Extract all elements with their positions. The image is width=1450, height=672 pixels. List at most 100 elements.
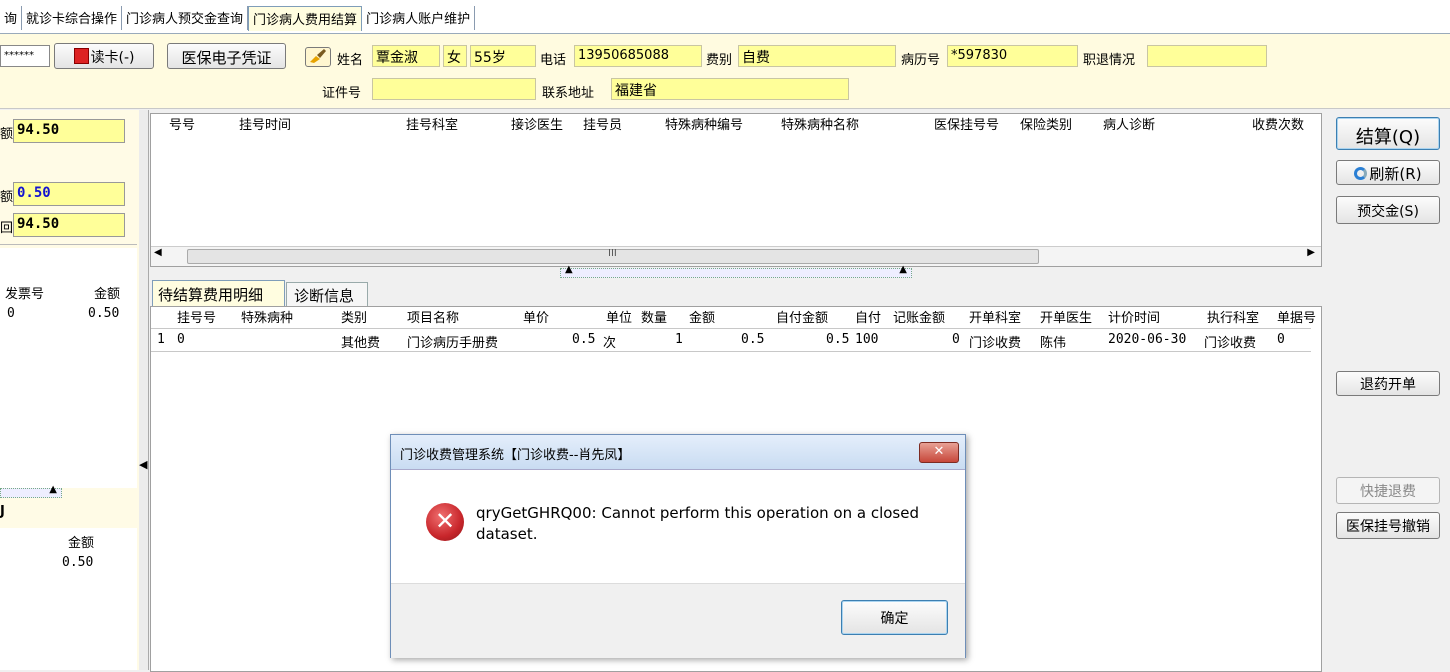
invoice-no-header: 发票号 <box>5 287 45 302</box>
col-reg-dept: 挂号科室 <box>406 118 459 133</box>
settle-button[interactable]: 结算(Q) <box>1336 117 1440 150</box>
error-icon: ✕ <box>426 503 464 541</box>
col-unit: 单位 <box>606 311 633 326</box>
col-category: 类别 <box>341 311 368 326</box>
amount2-field: 0.50 <box>13 182 125 206</box>
registration-grid[interactable]: 号号 挂号时间 挂号科室 接诊医生 挂号员 特殊病种编号 特殊病种名称 医保挂号… <box>150 113 1322 267</box>
refresh-button[interactable]: 刷新(R) <box>1336 160 1440 185</box>
divider <box>0 244 137 245</box>
col-self-amount: 自付金额 <box>776 311 829 326</box>
tab-diagnosis-info[interactable]: 诊断信息 <box>286 282 368 306</box>
invoice-row-amount: 0.50 <box>88 306 120 321</box>
col-reg-time: 挂号时间 <box>239 118 292 133</box>
col-doctor: 接诊医生 <box>511 118 564 133</box>
col-reg-no: 号号 <box>169 118 196 133</box>
col-insurance-reg-no: 医保挂号号 <box>934 118 1000 133</box>
patient-header: ****** 读卡(-) 医保电子凭证 姓名 覃金淑 女 55岁 电话 1395… <box>0 34 1450 109</box>
cell-self-amount: 0.5 <box>826 332 850 347</box>
amount2-label: 额 <box>0 190 14 205</box>
ok-button[interactable]: 确定 <box>841 600 948 635</box>
col-bill-no: 单据号 <box>1277 311 1317 326</box>
tab-pending-details[interactable]: 待结算费用明细 <box>152 280 285 306</box>
cell-item-name: 门诊病历手册费 <box>407 336 499 351</box>
address-field[interactable]: 福建省 <box>611 78 849 100</box>
fee-type-field[interactable]: 自费 <box>738 45 896 67</box>
cell-amount: 0.5 <box>741 332 765 347</box>
dialog-footer: 确定 <box>391 583 965 658</box>
table-row[interactable]: 1 0 其他费 门诊病历手册费 0.5 次 1 0.5 0.5 100 0 门诊… <box>151 328 1311 352</box>
cell-order-dept: 门诊收费 <box>969 336 1022 351</box>
insurance-voucher-button[interactable]: 医保电子凭证 <box>167 43 286 69</box>
registration-grid-header: 号号 挂号时间 挂号科室 接诊医生 挂号员 特殊病种编号 特殊病种名称 医保挂号… <box>151 114 1321 134</box>
invoice-row-number: 0 <box>7 306 15 321</box>
col-amount: 金额 <box>689 311 716 326</box>
name-label: 姓名 <box>337 53 364 68</box>
phone-label: 电话 <box>540 53 567 68</box>
tab-fee-settlement[interactable]: 门诊病人费用结算 <box>248 6 363 31</box>
read-card-button[interactable]: 读卡(-) <box>54 43 154 69</box>
dialog-close-button[interactable]: ✕ <box>919 442 959 463</box>
col-self-pct: 自付 <box>855 311 882 326</box>
tab-prepay-query[interactable]: 门诊病人预交金查询 <box>122 6 249 30</box>
card-number-field[interactable]: ****** <box>0 45 50 67</box>
col-special: 特殊病种 <box>241 311 294 326</box>
name-field[interactable]: 覃金淑 <box>372 45 440 67</box>
invoice-grid[interactable]: 发票号 金额 0 0.50 <box>0 248 137 488</box>
retire-status-label: 职退情况 <box>1083 53 1136 68</box>
brush-button[interactable] <box>305 47 331 67</box>
dialog-message: qryGetGHRQ00: Cannot perform this operat… <box>476 504 919 543</box>
refresh-label: 刷新(R) <box>1369 165 1422 183</box>
collapse-down-icon: ▲ <box>899 264 907 275</box>
col-order-doctor: 开单医生 <box>1040 311 1093 326</box>
close-icon: ✕ <box>933 444 945 459</box>
address-label: 联系地址 <box>542 86 595 101</box>
left-summary-panel: 额 94.50 额 0.50 回 94.50 发票号 金额 0 0.50 ▲ J… <box>0 110 140 670</box>
cell-self-pct: 100 <box>855 332 879 347</box>
tab-account-maintenance[interactable]: 门诊病人账户维护 <box>362 6 476 30</box>
cell-unit: 次 <box>603 336 617 351</box>
col-item-name: 项目名称 <box>407 311 460 326</box>
dialog-title-bar: 门诊收费管理系统【门诊收费--肖先凤】 ✕ <box>391 435 965 470</box>
horizontal-splitter[interactable]: ▲ ▲ <box>560 264 912 278</box>
age-field[interactable]: 55岁 <box>470 45 536 67</box>
col-special-name: 特殊病种名称 <box>781 118 860 133</box>
retire-status-field[interactable] <box>1147 45 1267 67</box>
tab-query[interactable]: 询 <box>0 6 23 30</box>
id-label: 证件号 <box>322 86 362 101</box>
amount1-field: 94.50 <box>13 119 125 143</box>
refresh-icon <box>1354 167 1368 180</box>
invoice-amount-header: 金额 <box>94 287 121 302</box>
prepay-button[interactable]: 预交金(S) <box>1336 196 1440 224</box>
gender-field[interactable]: 女 <box>443 45 467 67</box>
bottom-marker: J <box>0 504 5 519</box>
scroll-grip: III <box>608 248 617 259</box>
col-insurance-type: 保险类别 <box>1020 118 1073 133</box>
cell-reg-no: 0 <box>177 332 185 347</box>
cell-qty: 1 <box>675 332 683 347</box>
bottom-amount-grid[interactable]: 金额 0.50 <box>0 528 137 670</box>
scroll-right-icon: ▶ <box>1307 247 1315 258</box>
cell-exec-dept: 门诊收费 <box>1204 336 1257 351</box>
col-reg-no: 挂号号 <box>177 311 217 326</box>
collapse-up-icon: ▲ <box>565 264 573 275</box>
record-no-field[interactable]: *597830 <box>947 45 1078 67</box>
vertical-splitter[interactable]: ◀ <box>139 110 149 670</box>
col-order-dept: 开单科室 <box>969 311 1022 326</box>
cancel-insurance-reg-button[interactable]: 医保挂号撤销 <box>1336 512 1440 539</box>
record-no-label: 病历号 <box>901 53 941 68</box>
tab-card-operations[interactable]: 就诊卡综合操作 <box>22 6 123 30</box>
col-exec-dept: 执行科室 <box>1207 311 1260 326</box>
registration-hscrollbar[interactable]: ◀ III ▶ <box>151 246 1321 266</box>
id-field[interactable] <box>372 78 536 100</box>
dialog-title: 门诊收费管理系统【门诊收费--肖先凤】 <box>400 448 631 463</box>
phone-field[interactable]: 13950685088 <box>574 45 702 67</box>
col-registrar: 挂号员 <box>583 118 623 133</box>
cell-price-time: 2020-06-30 <box>1108 332 1187 347</box>
collapse-left-icon: ◀ <box>139 458 148 471</box>
scroll-thumb[interactable]: III <box>187 248 1039 264</box>
splitter-handle[interactable]: ▲ <box>0 484 62 498</box>
return-drug-button[interactable]: 退药开单 <box>1336 371 1440 396</box>
quick-refund-button[interactable]: 快捷退费 <box>1336 477 1440 504</box>
cell-price: 0.5 <box>572 332 596 347</box>
read-card-label: 读卡(-) <box>90 50 135 66</box>
